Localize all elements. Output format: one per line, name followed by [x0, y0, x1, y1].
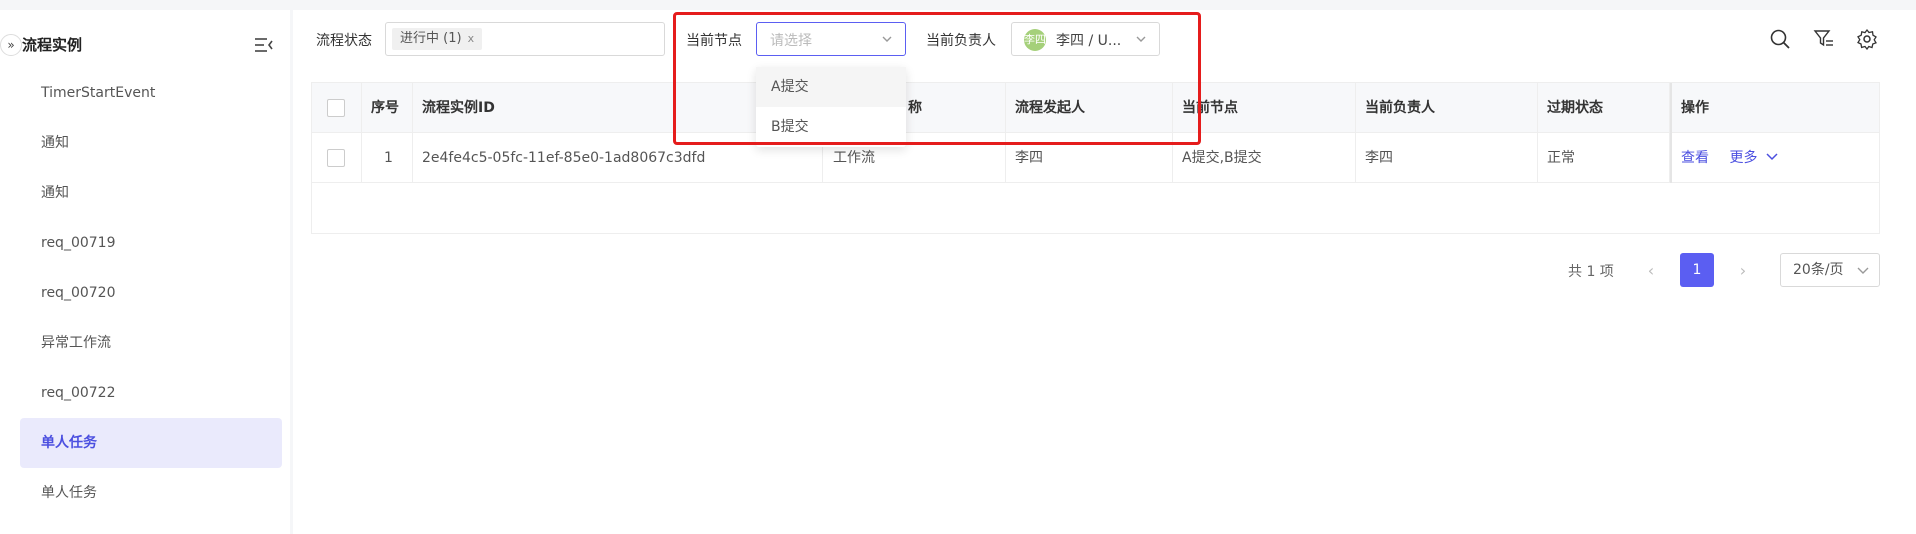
- view-link[interactable]: 查看: [1681, 150, 1709, 166]
- search-icon[interactable]: [1769, 28, 1791, 50]
- status-tag: 进行中 (1) x: [392, 28, 483, 50]
- prev-page-icon[interactable]: ‹: [1641, 261, 1661, 281]
- chevron-down-icon: [1766, 153, 1778, 161]
- status-tag-label: 进行中 (1): [400, 31, 462, 46]
- header-expiry: 过期状态: [1538, 83, 1670, 133]
- row-select-cell: [312, 133, 362, 183]
- menu-fold-icon[interactable]: [254, 36, 274, 54]
- row-index: 1: [362, 133, 413, 183]
- chevron-down-icon: [1857, 267, 1869, 274]
- next-page-icon[interactable]: ›: [1733, 261, 1753, 281]
- sidebar-list: TimerStartEvent 通知 通知 req_00719 req_0072…: [0, 68, 290, 518]
- row-expiry: 正常: [1538, 133, 1670, 183]
- pagination-total: 共 1 项: [1568, 264, 1614, 280]
- more-link-label: 更多: [1729, 150, 1758, 166]
- header-index: 序号: [362, 83, 413, 133]
- sidebar-item-timerstartevent[interactable]: TimerStartEvent: [20, 68, 282, 118]
- pagination: 共 1 项 ‹ 1 › 20条/页: [293, 253, 1916, 289]
- header-actions: 操作: [1670, 83, 1881, 133]
- page-size-select[interactable]: 20条/页: [1780, 253, 1880, 287]
- sidebar-header: » 流程实例: [0, 20, 290, 68]
- page-number-current[interactable]: 1: [1680, 253, 1714, 287]
- select-all-checkbox[interactable]: [327, 99, 345, 117]
- status-filter-label: 流程状态: [316, 33, 372, 49]
- page-size-value: 20条/页: [1793, 262, 1844, 278]
- sidebar-item-notice[interactable]: 通知: [20, 118, 282, 168]
- more-link[interactable]: 更多: [1729, 150, 1778, 166]
- highlight-annotation-box: [673, 12, 1201, 145]
- gear-icon[interactable]: [1856, 28, 1878, 50]
- sidebar-item-exception-workflow[interactable]: 异常工作流: [20, 318, 282, 368]
- header-owner: 当前负责人: [1356, 83, 1538, 133]
- sidebar-title: 流程实例: [22, 36, 83, 54]
- header-select-cell: [312, 83, 362, 133]
- collapse-toggle-icon[interactable]: »: [0, 34, 22, 56]
- sidebar-item-notice-2[interactable]: 通知: [20, 168, 282, 218]
- sidebar-item-req-00719[interactable]: req_00719: [20, 218, 282, 268]
- sidebar-item-single-task[interactable]: 单人任务: [20, 468, 282, 518]
- sidebar-item-req-00720[interactable]: req_00720: [20, 268, 282, 318]
- sidebar-item-single-task-active[interactable]: 单人任务: [20, 418, 282, 468]
- row-owner: 李四: [1356, 133, 1538, 183]
- sidebar-item-req-00722[interactable]: req_00722: [20, 368, 282, 418]
- filter-icon[interactable]: [1813, 28, 1835, 50]
- tag-close-icon[interactable]: x: [468, 32, 475, 45]
- sidebar: » 流程实例 TimerStartEvent 通知 通知 req_00719 r…: [0, 10, 290, 534]
- status-filter-select[interactable]: 进行中 (1) x: [385, 22, 665, 56]
- row-actions: 查看 更多: [1670, 133, 1881, 183]
- row-checkbox[interactable]: [327, 149, 345, 167]
